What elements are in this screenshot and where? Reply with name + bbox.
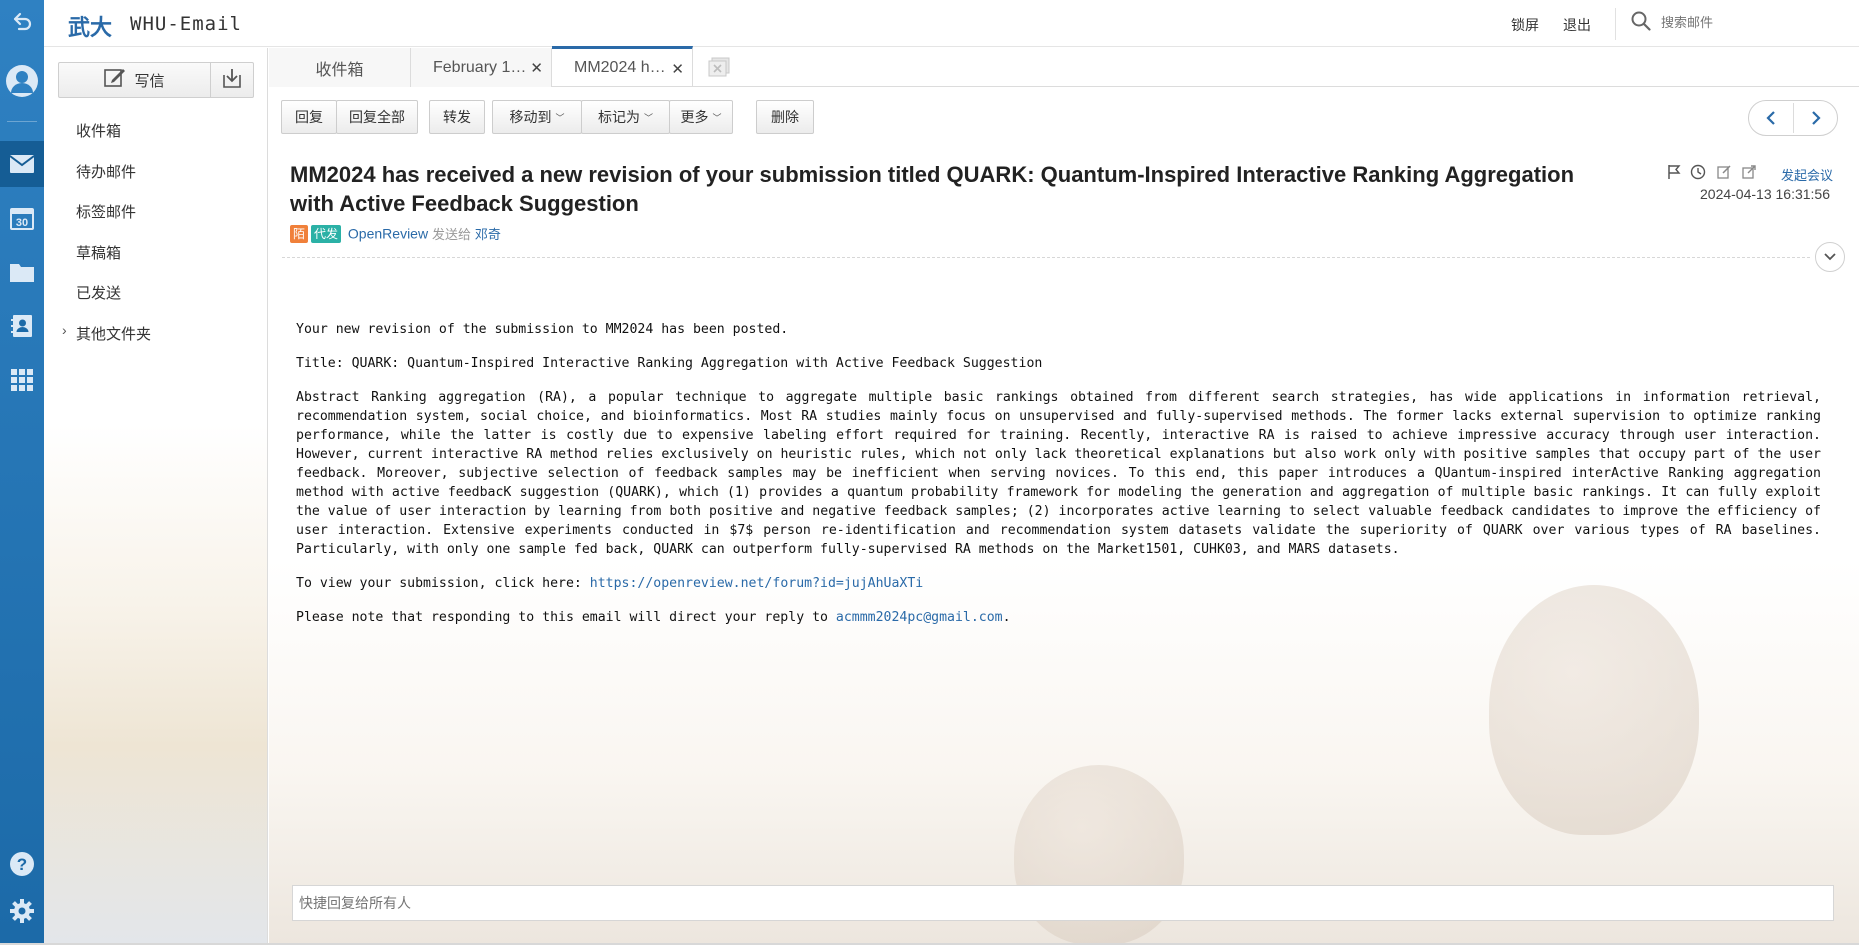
settings-gear-icon[interactable] (0, 889, 44, 933)
body-view-line: To view your submission, click here: htt… (296, 574, 1821, 593)
mark-as-dropdown[interactable]: 标记为 ﹀ (581, 100, 670, 134)
chevron-left-icon (1766, 111, 1775, 125)
sender-name[interactable]: OpenReview (348, 226, 428, 242)
mail-subject: MM2024 has received a new revision of yo… (290, 162, 1575, 216)
chevron-down-icon: ﹀ (555, 112, 565, 123)
lock-screen-link[interactable]: 锁屏 (1511, 15, 1539, 35)
compose-icon (104, 68, 126, 92)
chevron-down-icon: ﹀ (643, 112, 653, 123)
body-title-line: Title: QUARK: Quantum-Inspired Interacti… (296, 356, 1043, 371)
reply-button[interactable]: 回复 (281, 100, 337, 134)
sidebar-item-sent[interactable]: 已发送 (76, 282, 121, 303)
close-icon[interactable]: ✕ (530, 59, 543, 77)
header-divider (1615, 8, 1616, 40)
back-icon[interactable] (0, 0, 44, 44)
import-button[interactable] (211, 63, 253, 97)
contacts-icon[interactable] (0, 304, 44, 348)
start-meeting-link[interactable]: 发起会议 (1781, 165, 1833, 184)
left-rail: 30 ? (0, 0, 44, 945)
svg-text:?: ? (17, 855, 27, 874)
submission-link[interactable]: https://openreview.net/forum?id=jujAhUaX… (590, 576, 923, 591)
sidebar-item-tagged[interactable]: 标签邮件 (76, 201, 136, 222)
next-mail-button[interactable] (1794, 101, 1838, 135)
chevron-right-icon (1812, 111, 1821, 125)
sidebar-item-drafts[interactable]: 草稿箱 (76, 242, 121, 263)
share-icon[interactable] (1741, 164, 1757, 185)
svg-text:30: 30 (16, 217, 28, 229)
compose-button[interactable]: 写信 (59, 63, 211, 97)
move-to-dropdown[interactable]: 移动到 ﹀ (492, 100, 582, 134)
tab-label: MM2024 h… (574, 58, 666, 76)
help-icon[interactable]: ? (0, 842, 44, 886)
avatar-icon[interactable] (0, 58, 44, 104)
tab-inbox[interactable]: 收件箱 (269, 48, 411, 87)
stranger-badge: 陌 (290, 224, 309, 243)
more-dropdown[interactable]: 更多 ﹀ (669, 100, 733, 134)
sidebar-item-todo[interactable]: 待办邮件 (76, 161, 136, 182)
search-input[interactable] (1659, 10, 1849, 34)
chevron-right-icon[interactable]: › (62, 322, 67, 338)
note-suffix: . (1002, 610, 1011, 625)
mail-icon[interactable] (0, 141, 44, 187)
mail-sender-line: 陌代发 OpenReview 发送给 邓奇 (290, 224, 501, 244)
clock-icon[interactable] (1690, 164, 1706, 185)
flag-icon[interactable] (1666, 164, 1682, 185)
body-intro: Your new revision of the submission to M… (296, 322, 789, 337)
mail-nav-group (1748, 100, 1838, 136)
folder-sidebar: 写信 收件箱 待办邮件 标签邮件 草稿箱 已发送 › 其他文件夹 (44, 48, 268, 943)
tab-label: 收件箱 (315, 61, 364, 79)
tab-bar: 收件箱 February 1… ✕ MM2024 h… ✕ (269, 46, 1859, 87)
calendar-icon[interactable]: 30 (0, 196, 44, 240)
reply-all-button[interactable]: 回复全部 (336, 100, 418, 134)
quick-reply-input[interactable] (292, 885, 1834, 921)
download-icon (221, 67, 243, 94)
compose-label: 写信 (134, 72, 165, 90)
mail-header-divider (282, 257, 1810, 258)
delete-button[interactable]: 删除 (756, 100, 814, 134)
apps-grid-icon[interactable] (0, 358, 44, 402)
sidebar-item-inbox[interactable]: 收件箱 (76, 120, 121, 141)
edit-note-icon[interactable] (1716, 164, 1732, 185)
close-icon[interactable]: ✕ (671, 60, 684, 78)
brand-logo-en: WHU-Email (130, 13, 242, 35)
expand-header-button[interactable] (1815, 242, 1845, 272)
recipient-name[interactable]: 邓奇 (475, 227, 501, 242)
logout-link[interactable]: 退出 (1563, 15, 1591, 35)
close-all-tabs-icon[interactable] (708, 57, 730, 82)
brand-logo-cn: 武大 (68, 15, 113, 41)
sidebar-item-other-folders[interactable]: 其他文件夹 (76, 323, 151, 344)
top-header: 武大 WHU-Email 锁屏 退出 (44, 0, 1859, 47)
tab-current-mail[interactable]: MM2024 h… ✕ (552, 46, 693, 86)
forward-button[interactable]: 转发 (429, 100, 485, 134)
tab-label: February 1… (433, 58, 527, 76)
note-prefix: Please note that responding to this emai… (296, 610, 836, 625)
mail-date: 2024-04-13 16:31:56 (1700, 186, 1830, 202)
tab-february-mail[interactable]: February 1… ✕ (411, 48, 552, 87)
folder-icon[interactable] (0, 250, 44, 294)
mail-body: Your new revision of the submission to M… (296, 320, 1821, 642)
proxy-send-badge: 代发 (311, 224, 342, 243)
sent-to-label: 发送给 (431, 227, 471, 242)
reply-email-link[interactable]: acmmm2024pc@gmail.com (836, 610, 1003, 625)
body-abstract: Abstract Ranking aggregation (RA), a pop… (296, 390, 1821, 557)
chevron-down-icon: ﹀ (712, 112, 722, 123)
previous-mail-button[interactable] (1749, 101, 1793, 135)
body-note-line: Please note that responding to this emai… (296, 608, 1821, 627)
search-icon[interactable] (1631, 11, 1651, 36)
view-prefix: To view your submission, click here: (296, 576, 590, 591)
chevron-down-icon (1824, 253, 1836, 261)
compose-group: 写信 (58, 62, 254, 98)
